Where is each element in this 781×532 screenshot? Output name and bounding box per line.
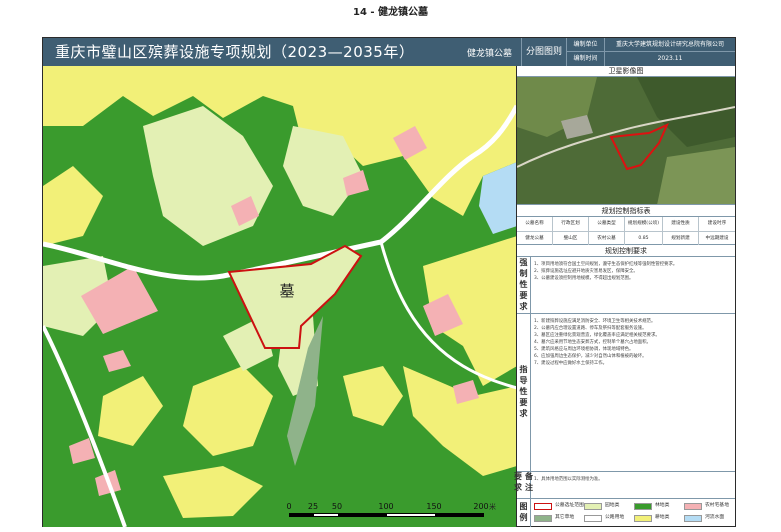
legend-label-text: 公路用地 (605, 515, 625, 520)
scale-bar: 0 25 50 100 150 200 米 (286, 502, 496, 524)
legend-swatch (634, 503, 652, 510)
map-canvas: 墓 (43, 66, 516, 527)
scale-tick: 50 (331, 502, 343, 511)
scale-tick: 200 (473, 502, 489, 511)
table-cell: 中远期建设 (699, 231, 735, 245)
scale-segment (338, 514, 387, 516)
requirement-line: 7、建设过程中应做好水土保持工作。 (534, 361, 608, 366)
table-header: 公墓名称 (517, 217, 553, 231)
table-cell: 0.85 (625, 231, 663, 245)
land-use-map[interactable]: 墓 0 25 50 100 150 200 米 (43, 66, 517, 527)
remarks: 备注要求 1、具体用地范围以实际测绘为准。 (514, 472, 735, 499)
legend-swatch (534, 503, 552, 510)
section-body: 1、新建殡葬设施应满足消防安全、环境卫生等相关技术规范。 2、公墓内应合理设置道… (534, 318, 732, 367)
table-cell: 健龙公墓 (517, 231, 553, 245)
table-header: 建设时序 (707, 221, 727, 226)
legend-label-text: 林地类 (655, 503, 670, 508)
header-bar: 重庆市璧山区殡葬设施专项规划（2023—2035年） 健龙镇公墓 分图图则 编制… (43, 38, 735, 66)
legend-label-text: 河流水面 (705, 515, 725, 520)
legend: 图例 公墓选址范围 园地类 林地类 农村宅基地 其它草地 公路用地 耕地类 河流… (517, 499, 735, 527)
section-label: 备注要求 (514, 472, 534, 498)
meta-value: 重庆大学建筑规划设计研究总院有限公司 (615, 41, 724, 48)
meta-label: 编制时间 (567, 52, 605, 66)
scale-segment (435, 514, 483, 516)
town-name: 健龙镇公墓 (467, 49, 513, 59)
legend-label-text: 公墓选址范围 (555, 503, 584, 508)
plan-sheet: 重庆市璧山区殡葬设施专项规划（2023—2035年） 健龙镇公墓 分图图则 编制… (42, 37, 736, 527)
meta-row: 编制单位 重庆大学建筑规划设计研究总院有限公司 (567, 38, 735, 52)
requirement-line: 6、应加强周边生态保护，减少对自然山体和植被的破坏。 (534, 354, 647, 359)
farmland-zone (43, 166, 103, 246)
legend-label-text: 耕地类 (655, 515, 670, 520)
legend-label-text: 农村宅基地 (705, 503, 729, 508)
section-body: 1、具体用地范围以实际测绘为准。 (534, 476, 732, 483)
farmland-zone (183, 366, 273, 456)
section-label: 指导性要求 (517, 314, 531, 471)
scale-track (289, 513, 484, 517)
requirement-line: 1、具体用地范围以实际测绘为准。 (534, 477, 603, 482)
satellite-photo (517, 77, 735, 204)
table-cell: 农村公墓 (589, 231, 625, 245)
table-header: 建设性质 (663, 217, 699, 231)
farmland-zone (98, 376, 163, 446)
table-header: 规划规模(公顷) (625, 217, 663, 231)
table-cell: 规划新建 (663, 231, 699, 245)
legend-label: 图例 (517, 499, 531, 527)
satellite-image[interactable] (517, 77, 735, 205)
info-panel: 卫星影像图 规划控制指标表 公墓名称 行政区划 公墓类型 规划规模(公顷) 建设… (514, 66, 735, 527)
requirement-line: 3、墓区应注重绿化景观营造，绿化覆盖率应满足相关规范要求。 (534, 333, 660, 338)
control-table-title: 规划控制指标表 (517, 205, 735, 217)
requirement-line: 5、建筑风格应与周边环境相协调，体现地域特色。 (534, 347, 634, 352)
requirement-line: 1、项目用地须符合国土空间规划，遵守生态保护红线等强制性管控要求。 (534, 262, 678, 267)
section-label: 强制性要求 (517, 257, 531, 313)
cemetery-site-label: 墓 (279, 282, 294, 300)
scale-tick: 25 (307, 502, 319, 511)
guidance-requirements: 指导性要求 1、新建殡葬设施应满足消防安全、环境卫生等相关技术规范。 2、公墓内… (517, 314, 735, 472)
legend-swatch (584, 515, 602, 522)
meta-label: 编制单位 (567, 38, 605, 52)
meta-value: 2023.11 (657, 55, 683, 62)
legend-swatch (584, 503, 602, 510)
legend-items: 公墓选址范围 园地类 林地类 农村宅基地 其它草地 公路用地 耕地类 河流水面 (534, 502, 734, 526)
requirements-title: 规划控制要求 (517, 245, 735, 257)
legend-label-text: 园地类 (605, 503, 620, 508)
legend-swatch (534, 515, 552, 522)
farmland-zone (43, 66, 516, 216)
table-cell: 璧山区 (553, 231, 589, 245)
legend-swatch (684, 515, 702, 522)
satellite-title: 卫星影像图 (517, 66, 735, 77)
requirement-line: 4、墓穴应采用节地生态安葬方式，控制单个墓穴占地面积。 (534, 340, 651, 345)
requirement-line: 1、新建殡葬设施应满足消防安全、环境卫生等相关技术规范。 (534, 319, 656, 324)
legend-label-text: 其它草地 (555, 515, 575, 520)
scale-tick: 150 (426, 502, 442, 511)
village-plot (103, 350, 131, 372)
legend-swatch (634, 515, 652, 522)
table-header: 公墓类型 (589, 217, 625, 231)
control-table: 公墓名称 行政区划 公墓类型 规划规模(公顷) 建设性质 建设时序 健龙公墓 璧… (517, 217, 735, 245)
requirement-line: 2、殡葬设施选址应避开地质灾害易发区，保障安全。 (534, 269, 638, 274)
scale-tick: 100 (378, 502, 394, 511)
scale-segment (290, 514, 314, 516)
plan-title: 重庆市璧山区殡葬设施专项规划（2023—2035年） (55, 43, 415, 61)
scale-unit: 米 (489, 503, 496, 511)
mandatory-requirements: 强制性要求 1、项目用地须符合国土空间规划，遵守生态保护红线等强制性管控要求。 … (517, 257, 735, 314)
figure-type: 分图图则 (521, 38, 567, 66)
table-header: 行政区划 (553, 217, 589, 231)
requirement-line: 2、公墓内应合理设置道路、停车及祭扫等配套服务设施。 (534, 326, 647, 331)
farmland-zone (343, 366, 403, 426)
section-body: 1、项目用地须符合国土空间规划，遵守生态保护红线等强制性管控要求。 2、殡葬设施… (534, 261, 732, 282)
requirement-line: 3、公墓建设须控制用地规模，不得超出规划范围。 (534, 276, 634, 281)
page-title: 14 - 健龙镇公墓 (352, 7, 429, 18)
scale-tick: 0 (286, 502, 292, 511)
meta-row: 编制时间 2023.11 (567, 52, 735, 66)
legend-swatch (684, 503, 702, 510)
meta-grid: 编制单位 重庆大学建筑规划设计研究总院有限公司 编制时间 2023.11 (567, 38, 735, 66)
garden-zone (143, 106, 273, 246)
farmland-zone (163, 466, 263, 518)
